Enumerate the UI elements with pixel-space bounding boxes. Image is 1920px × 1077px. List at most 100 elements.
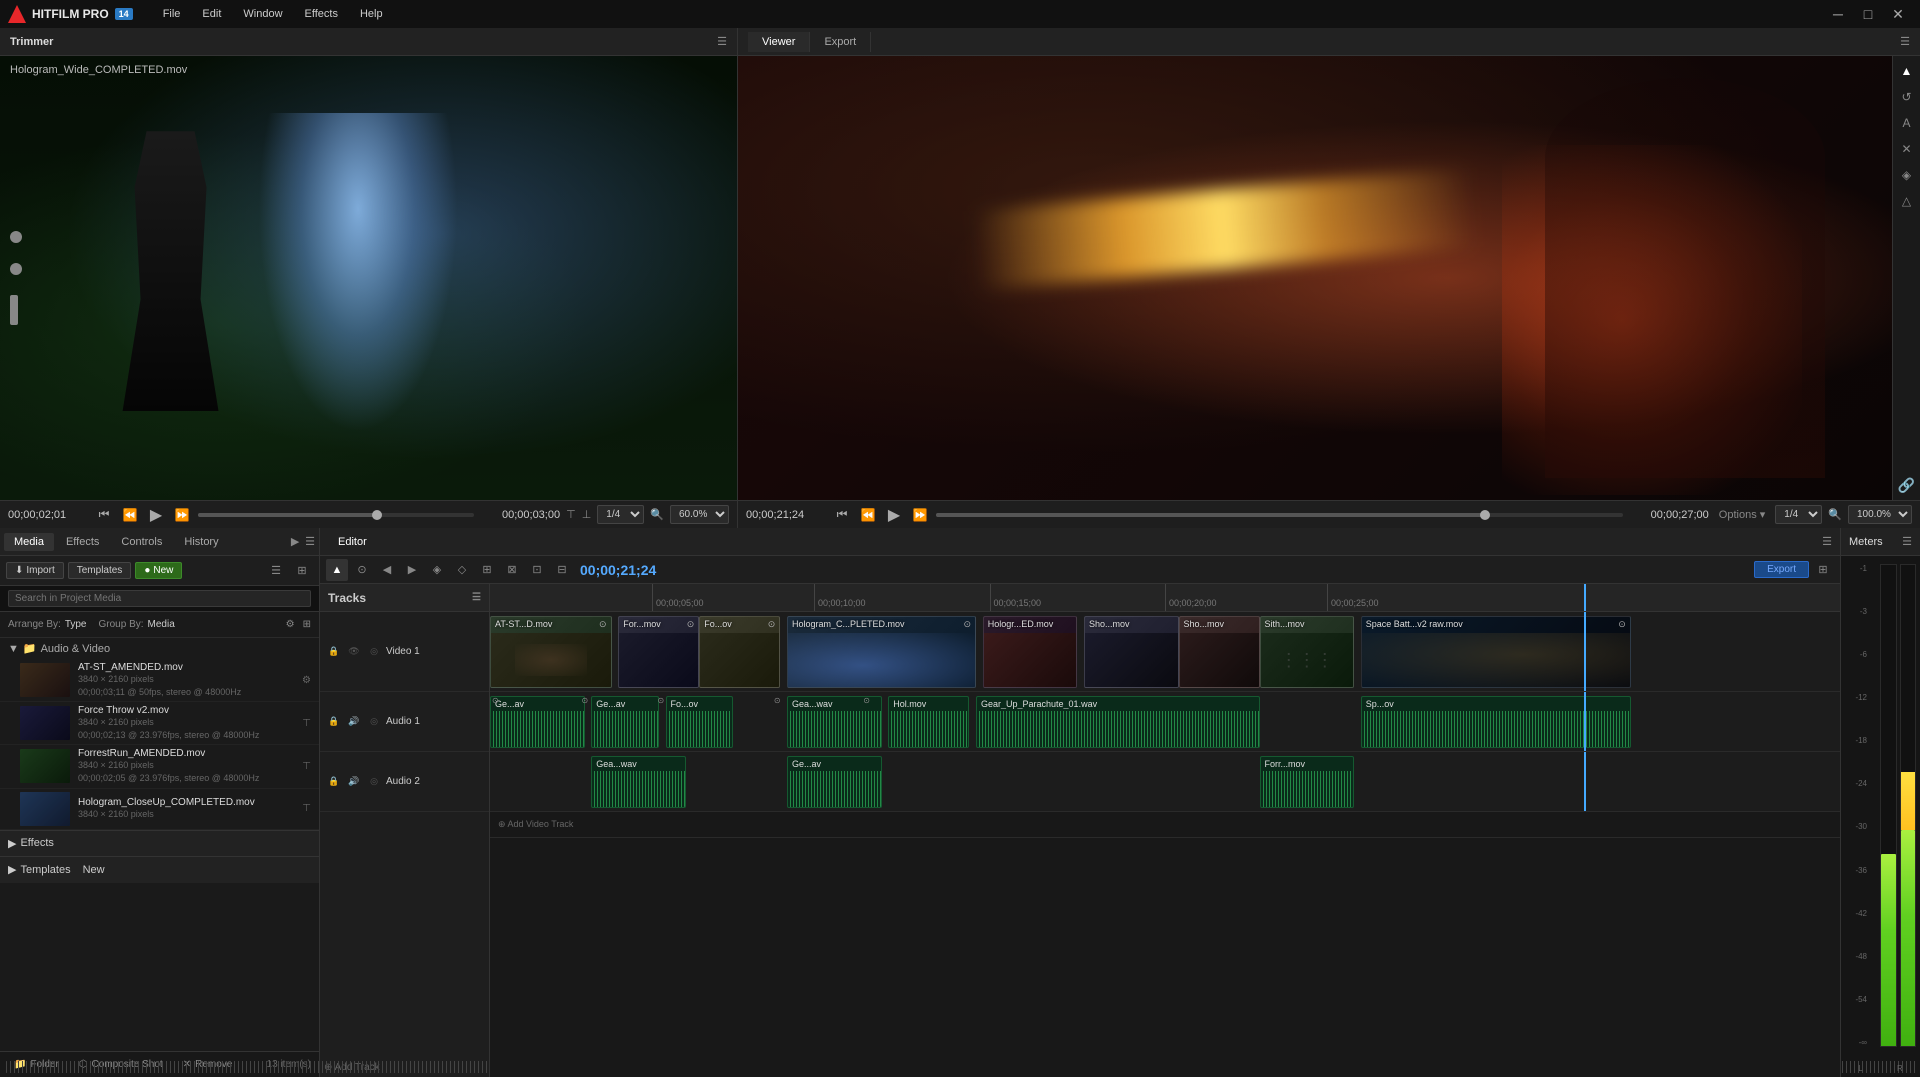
audio-clip-gea2[interactable]: Gea...wav [591,756,686,808]
go-to-start-button[interactable]: ⏮ [94,505,114,525]
trimmer-scrubber[interactable] [198,513,474,517]
trimmer-in-icon[interactable]: ⊤ [566,508,576,521]
snap-tool[interactable]: ⊙ [351,559,373,581]
timeline-ruler[interactable]: 00;00;05;00 00;00;10;00 00;00;15;00 00;0… [490,584,1840,612]
in-point-marker[interactable] [10,231,22,243]
text-tool[interactable]: A [1896,112,1918,134]
search-input[interactable] [8,590,311,607]
viewer-content[interactable]: ▲ ↺ A ✕ ◈ △ 🔗 [738,56,1920,500]
track-mute-audio1[interactable]: 🔊 [346,714,362,730]
video-clip-atst[interactable]: AT-ST...D.mov ⊙ [490,616,612,688]
zoom-in-editor[interactable]: ◀ [376,559,398,581]
trimmer-scrub-head[interactable] [372,510,382,520]
arrange-layout-icon[interactable]: ⊞ [303,619,311,630]
track-solo-audio1[interactable]: ◎ [366,714,382,730]
timeline-tracks[interactable]: AT-ST...D.mov ⊙ For...mov ⊙ [490,612,1840,1077]
viewer-step-forward[interactable]: ⏩ [910,505,930,525]
viewer-zoom-search-icon[interactable]: 🔍 [1828,508,1842,521]
select-tool[interactable]: ▲ [1896,60,1918,82]
video-clip-forcethrow[interactable]: For...mov ⊙ [618,616,699,688]
audio-clip-ge3[interactable]: Ge...av [787,756,882,808]
tab-export[interactable]: Export [810,32,871,52]
track-visible-icon[interactable]: 👁 [346,644,362,660]
track-lock-audio1[interactable]: 🔒 [326,714,342,730]
track-mute-audio2[interactable]: 🔊 [346,774,362,790]
media-item[interactable]: ForrestRun_AMENDED.mov 3840 × 2160 pixel… [0,745,319,788]
mark-in-editor[interactable]: ◈ [426,559,448,581]
viewer-scrubber[interactable] [936,513,1623,517]
media-item[interactable]: AT-ST_AMENDED.mov 3840 × 2160 pixels 00;… [0,659,319,702]
video-clip-sho2[interactable]: Sho...mov [1179,616,1260,688]
mask-tool[interactable]: ✕ [1896,138,1918,160]
media-item-menu-icon[interactable]: ⊤ [302,718,311,729]
arrange-by-value[interactable]: Type [65,619,87,630]
trimmer-out-icon[interactable]: ⊥ [582,508,592,521]
panel-tab-arrow[interactable]: ▶ [291,538,299,546]
track-solo-audio2[interactable]: ◎ [366,774,382,790]
list-view-button[interactable]: ☰ [265,560,287,582]
media-item[interactable]: Hologram_CloseUp_COMPLETED.mov 3840 × 21… [0,789,319,830]
menu-file[interactable]: File [153,6,191,22]
left-panel-menu-icon[interactable]: ☰ [305,535,315,548]
orbit-tool[interactable]: ↺ [1896,86,1918,108]
pen-tool[interactable]: △ [1896,190,1918,212]
video-clip-spacebattle[interactable]: Space Batt...v2 raw.mov ⊙ [1361,616,1631,688]
viewer-play-pause[interactable]: ▶ [884,505,904,525]
track-lock-audio2[interactable]: 🔒 [326,774,342,790]
trimmer-zoom-select[interactable]: 60.0% [670,505,729,524]
roll-edit[interactable]: ⊠ [501,559,523,581]
tracks-menu-icon[interactable]: ☰ [472,592,481,603]
new-template-btn[interactable]: New [83,864,105,876]
tab-effects-panel[interactable]: Effects [56,533,109,551]
tab-editor[interactable]: Editor [328,533,377,551]
out-point-marker[interactable] [10,263,22,275]
video-clip-sho1[interactable]: Sho...mov [1084,616,1179,688]
video-clip-hologram[interactable]: Hologram_C...PLETED.mov ⊙ [787,616,976,688]
import-button[interactable]: ⬇ Import [6,562,64,579]
trimmer-content[interactable]: Hologram_Wide_COMPLETED.mov [0,56,737,500]
slide-edit[interactable]: ⊟ [551,559,573,581]
trimmer-zoom-icon[interactable]: 🔍 [650,508,664,521]
viewer-go-to-start[interactable]: ⏮ [832,505,852,525]
play-pause-button[interactable]: ▶ [146,505,166,525]
minimize-button[interactable]: ─ [1824,3,1852,25]
media-item-menu-icon[interactable]: ⊤ [302,803,311,814]
playhead-marker[interactable] [10,295,18,325]
video-clip-hologred[interactable]: Hologr...ED.mov [983,616,1078,688]
audio-clip-forr[interactable]: Forr...mov [1260,756,1355,808]
video-clip-sith[interactable]: Sith...mov ⋮⋮⋮ [1260,616,1355,688]
tracker-tool[interactable]: ◈ [1896,164,1918,186]
media-item-menu-icon[interactable]: ⚙ [302,675,311,686]
arrange-settings-icon[interactable]: ⚙ [286,619,295,630]
tab-viewer[interactable]: Viewer [748,32,810,52]
templates-section-header[interactable]: ▶ Templates New [0,857,319,883]
menu-effects[interactable]: Effects [295,6,348,22]
add-video-track-btn[interactable]: ⊕ Add Video Track [498,819,573,830]
templates-button[interactable]: Templates [68,562,132,579]
video-clip-fo[interactable]: Fo...ov ⊙ [699,616,780,688]
trimmer-menu-icon[interactable]: ☰ [717,35,727,48]
viewer-options-btn[interactable]: Options ▾ [1715,508,1770,521]
mark-out-editor[interactable]: ◇ [451,559,473,581]
meters-menu-icon[interactable]: ☰ [1902,535,1912,548]
step-back-button[interactable]: ⏪ [120,505,140,525]
tab-media[interactable]: Media [4,533,54,551]
close-button[interactable]: ✕ [1884,3,1912,25]
effects-section-header[interactable]: ▶ Effects [0,831,319,857]
viewer-zoom-select[interactable]: 100.0% [1848,505,1912,524]
track-lock-icon[interactable]: 🔒 [326,644,342,660]
menu-help[interactable]: Help [350,6,393,22]
tab-history[interactable]: History [174,533,228,551]
editor-export-button[interactable]: Export [1754,561,1809,578]
menu-window[interactable]: Window [233,6,292,22]
editor-menu-icon[interactable]: ☰ [1822,535,1832,548]
editor-panel-expand[interactable]: ⊞ [1812,559,1834,581]
slip-edit[interactable]: ⊡ [526,559,548,581]
viewer-quality-select[interactable]: 1/41/2Full [1775,505,1822,524]
link-viewer-icon[interactable]: 🔗 [1896,474,1918,496]
tab-controls[interactable]: Controls [111,533,172,551]
viewer-scrub-head[interactable] [1480,510,1490,520]
track-solo-icon[interactable]: ◎ [366,644,382,660]
viewer-step-back[interactable]: ⏪ [858,505,878,525]
grid-view-button[interactable]: ⊞ [291,560,313,582]
